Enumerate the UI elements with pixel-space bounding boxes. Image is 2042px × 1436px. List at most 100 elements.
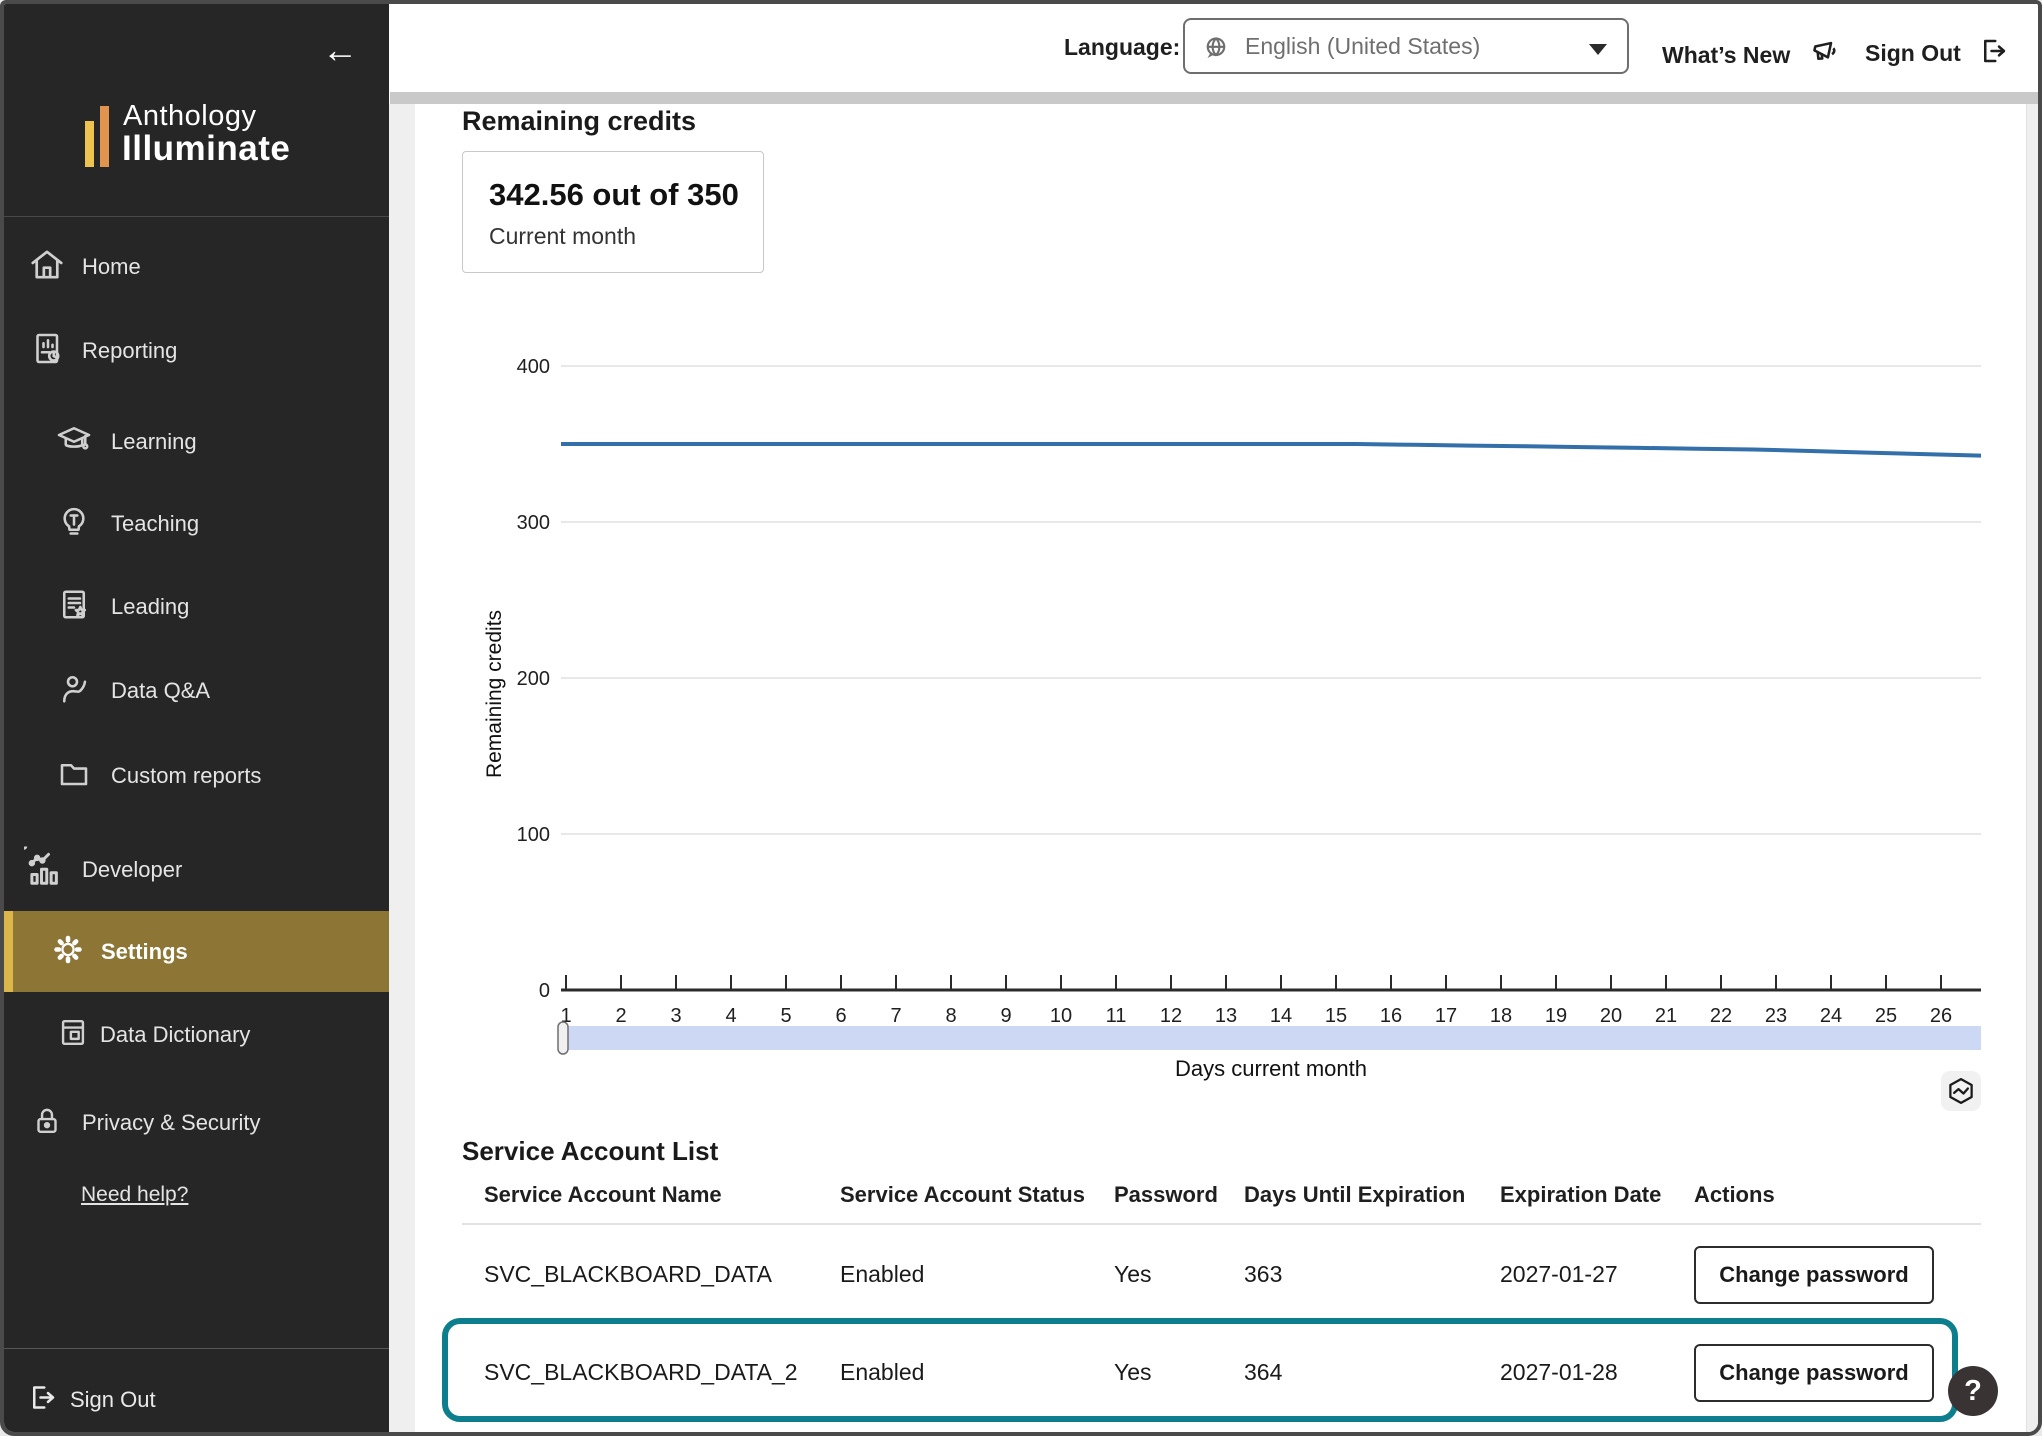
x-tick-label: 17: [1435, 1005, 1457, 1027]
x-tick-label: 6: [835, 1005, 846, 1027]
sidebar-item-reporting[interactable]: Reporting: [4, 329, 389, 373]
range-slider-handle[interactable]: [558, 1022, 568, 1054]
sign-out-icon: [28, 1383, 58, 1418]
help-button[interactable]: ?: [1948, 1366, 1998, 1416]
y-tick-label: 0: [539, 980, 550, 1002]
sidebar-item-label: Data Dictionary: [100, 1022, 250, 1048]
need-help-link[interactable]: Need help?: [81, 1183, 188, 1207]
chart-watermark-button[interactable]: [1941, 1071, 1981, 1111]
credits-value: 342.56 out of 350: [489, 177, 739, 213]
change-password-button[interactable]: Change password: [1694, 1246, 1934, 1304]
gear-icon: [52, 933, 84, 970]
megaphone-icon: [1809, 36, 1841, 74]
sidebar-item-learning[interactable]: Learning: [4, 420, 389, 464]
sidebar-item-label: Custom reports: [111, 763, 261, 789]
x-tick-label: 3: [670, 1005, 681, 1027]
sidebar: ← Anthology Illuminate HomeReportingLear…: [4, 4, 389, 1432]
x-tick-label: 8: [945, 1005, 956, 1027]
x-tick-label: 14: [1270, 1005, 1292, 1027]
column-header-expiration-date: Expiration Date: [1500, 1182, 1661, 1208]
cell-status: Enabled: [840, 1261, 924, 1288]
whats-new-label: What’s New: [1662, 42, 1790, 68]
x-tick-label: 25: [1875, 1005, 1897, 1027]
credits-card: 342.56 out of 350 Current month: [462, 151, 764, 273]
chevron-down-icon: [1589, 44, 1607, 55]
sidebar-item-label: Leading: [111, 594, 189, 620]
sidebar-item-privacy-security[interactable]: Privacy & Security: [4, 1101, 389, 1145]
service-account-list-heading: Service Account List: [462, 1136, 718, 1167]
folder-icon: [56, 756, 92, 797]
remaining-credits-chart[interactable]: 0100200300400Remaining credits1234567891…: [380, 334, 2040, 1124]
sidebar-item-leading[interactable]: Leading: [4, 585, 389, 629]
x-tick-label: 26: [1930, 1005, 1952, 1027]
credits-line-series: [561, 444, 1981, 456]
cell-expiration: 2027-01-27: [1500, 1261, 1618, 1288]
sidebar-item-settings[interactable]: Settings: [4, 911, 389, 992]
column-header-days-until-expiration: Days Until Expiration: [1244, 1182, 1465, 1208]
sidebar-collapse-icon[interactable]: ←: [316, 30, 364, 70]
topbar-sign-out-label: Sign Out: [1865, 40, 1961, 66]
sign-out-icon: [1979, 36, 2009, 72]
language-globe-icon: [1201, 33, 1231, 68]
column-header-service-account-status: Service Account Status: [840, 1182, 1085, 1208]
topbar-sign-out[interactable]: Sign Out: [1865, 31, 2009, 67]
x-tick-label: 23: [1765, 1005, 1787, 1027]
x-tick-label: 2: [615, 1005, 626, 1027]
column-header-password: Password: [1114, 1182, 1218, 1208]
sidebar-sign-out[interactable]: Sign Out: [4, 1375, 389, 1425]
sidebar-item-home[interactable]: Home: [4, 245, 389, 289]
cell-status: Enabled: [840, 1359, 924, 1386]
x-tick-label: 15: [1325, 1005, 1347, 1027]
document-star-icon: [56, 587, 92, 628]
logo-bar-yellow: [85, 121, 94, 167]
sidebar-item-developer[interactable]: Developer: [4, 848, 389, 892]
lock-icon: [30, 1104, 64, 1143]
home-icon: [28, 246, 66, 289]
sidebar-divider-bottom: [4, 1348, 389, 1349]
chart-bars-icon: [24, 847, 66, 894]
sidebar-item-label: Settings: [101, 939, 188, 965]
logo-bar-orange: [100, 106, 109, 167]
app-window: ← Anthology Illuminate HomeReportingLear…: [0, 0, 2042, 1436]
x-tick-label: 12: [1160, 1005, 1182, 1027]
sidebar-item-label: Data Q&A: [111, 678, 210, 704]
x-tick-label: 4: [725, 1005, 736, 1027]
report-icon: [30, 331, 66, 372]
lightbulb-icon: [56, 504, 92, 545]
person-raising-hand-icon: [56, 671, 92, 712]
sidebar-item-data-dictionary[interactable]: Data Dictionary: [4, 1013, 389, 1057]
x-tick-label: 10: [1050, 1005, 1072, 1027]
x-tick-label: 22: [1710, 1005, 1732, 1027]
language-value: English (United States): [1245, 33, 1480, 60]
remaining-credits-heading: Remaining credits: [462, 106, 696, 137]
sidebar-item-custom-reports[interactable]: Custom reports: [4, 754, 389, 798]
sidebar-item-label: Reporting: [82, 338, 177, 364]
language-label: Language:: [1064, 34, 1180, 61]
cell-expiration: 2027-01-28: [1500, 1359, 1618, 1386]
cell-password: Yes: [1114, 1359, 1152, 1386]
x-tick-label: 9: [1000, 1005, 1011, 1027]
cell-name: SVC_BLACKBOARD_DATA: [484, 1261, 772, 1288]
sidebar-item-label: Developer: [82, 857, 182, 883]
y-axis-title: Remaining credits: [483, 610, 506, 778]
sidebar-item-teaching[interactable]: Teaching: [4, 502, 389, 546]
whats-new-link[interactable]: What’s New: [1662, 31, 1841, 69]
x-tick-label: 11: [1106, 1005, 1127, 1027]
x-tick-label: 20: [1600, 1005, 1622, 1027]
x-tick-label: 24: [1820, 1005, 1842, 1027]
dictionary-icon: [56, 1016, 90, 1055]
cell-days: 363: [1244, 1261, 1282, 1288]
table-header-divider: [462, 1223, 1981, 1225]
column-header-service-account-name: Service Account Name: [484, 1182, 722, 1208]
logo-text-illuminate: Illuminate: [122, 129, 290, 169]
sidebar-item-label: Home: [82, 254, 141, 280]
chart-range-slider[interactable]: [561, 1026, 1981, 1050]
x-tick-label: 5: [780, 1005, 791, 1027]
sidebar-item-data-q-a[interactable]: Data Q&A: [4, 669, 389, 713]
sign-out-label: Sign Out: [70, 1387, 156, 1413]
cell-name: SVC_BLACKBOARD_DATA_2: [484, 1359, 798, 1386]
credits-caption: Current month: [489, 223, 636, 250]
change-password-button[interactable]: Change password: [1694, 1344, 1934, 1402]
x-tick-label: 19: [1545, 1005, 1567, 1027]
language-dropdown[interactable]: English (United States): [1183, 18, 1629, 74]
